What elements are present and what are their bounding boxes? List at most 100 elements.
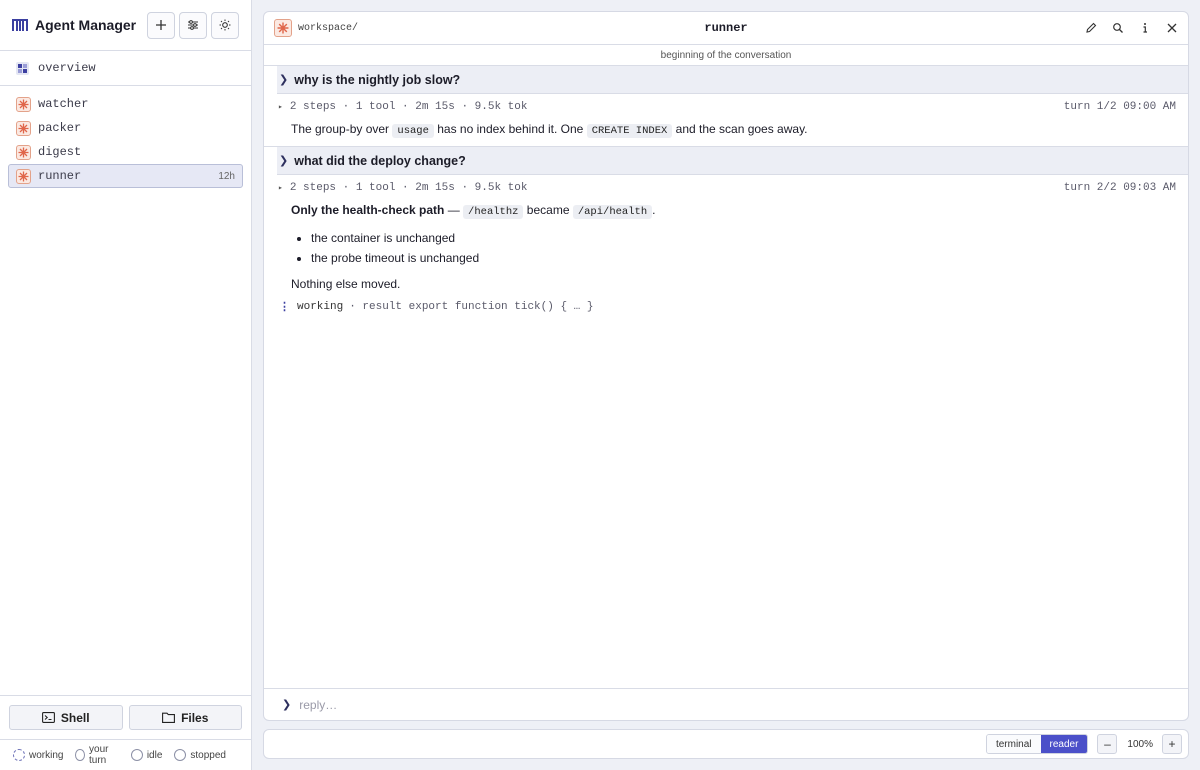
sidebar-item-runner[interactable]: runner 12h [8,164,243,188]
question-header[interactable]: ❯ what did the deploy change? [277,147,1188,175]
agent-burst-icon [16,96,31,112]
working-status-row: ⋮ working · result export function tick(… [264,296,1188,318]
page-title: runner [704,21,748,35]
app-logo-icon [12,17,28,33]
header-actions [1084,22,1178,35]
sidebar-item-overview[interactable]: overview [0,51,251,86]
legend-working: working [13,749,63,761]
folder-icon [162,712,176,723]
inline-code: /healthz [463,205,524,219]
inline-code: usage [392,124,434,138]
view-mode-toggle: terminal reader [985,734,1089,754]
app-title: Agent Manager [35,17,137,33]
agent-burst-icon [16,120,31,136]
sidebar-item-label: packer [38,121,82,135]
expand-triangle-icon: ▸ [278,184,283,193]
legend-label: your turn [89,744,109,766]
answer-text: and the scan goes away. [672,122,808,136]
turn-meta-row[interactable]: ▸ 2 steps · 1 tool · 2m 15s · 9.5k tok t… [264,177,1188,199]
reply-bar: ❯ [264,688,1188,720]
list-item: the container is unchanged [311,228,1188,248]
edit-button[interactable] [1084,22,1097,35]
search-button[interactable] [1111,22,1124,35]
turn-stats: 2 steps · 1 tool · 2m 15s · 9.5k tok [289,101,528,113]
answer-text: The group-by over [291,122,393,136]
view-toolbar: terminal reader – 100% + [263,729,1189,759]
list-item: the probe timeout is unchanged [311,248,1188,268]
sidebar-item-packer[interactable]: packer [8,116,243,140]
legend-label: working [29,749,64,761]
legend-label: idle [146,749,163,761]
sidebar-item-meta: 12h [218,170,235,182]
turn-label: turn 1/2 09:00 AM [1063,101,1176,113]
working-detail: · result export function tick() { … } [349,301,594,313]
inline-code: CREATE INDEX [586,124,673,138]
sidebar-item-label: watcher [38,97,89,111]
terminal-view-button[interactable]: terminal [986,735,1041,753]
files-button-label: Files [181,710,209,725]
turn-meta-row[interactable]: ▸ 2 steps · 1 tool · 2m 15s · 9.5k tok t… [264,96,1188,118]
theme-toggle-button[interactable] [211,11,239,39]
sidebar-item-label: digest [38,145,82,159]
plus-icon [156,20,166,30]
conversation-header: workspace/ runner [264,12,1188,45]
new-agent-button[interactable] [147,11,175,39]
answer-block: Only the health-check path — /healthz be… [264,199,1188,294]
prompt-chevron-icon: ❯ [282,699,292,711]
working-label: working [297,301,344,313]
answer-closing: Nothing else moved. [291,277,401,291]
working-status-icon [13,749,25,761]
files-button[interactable]: Files [128,705,242,730]
expand-triangle-icon: ▸ [278,103,283,112]
zoom-in-button[interactable]: + [1162,734,1182,754]
question-text: what did the deploy change? [294,153,466,168]
turn-label: turn 2/2 09:03 AM [1063,182,1176,194]
reply-input[interactable] [299,697,900,712]
breadcrumb[interactable]: workspace/ [298,23,358,34]
answer-paragraph: Only the health-check path — /healthz be… [291,200,1188,222]
zoom-out-button[interactable]: – [1097,734,1118,754]
answer-text: . [652,203,656,217]
sidebar-item-digest[interactable]: digest [8,140,243,164]
legend-stopped: stopped [174,749,226,761]
pencil-icon [1085,22,1096,33]
overview-icon [16,61,29,75]
question-text: why is the nightly job slow? [294,72,461,87]
working-spinner-icon: ⋮ [279,302,290,314]
question-header[interactable]: ❯ why is the nightly job slow? [277,66,1188,94]
conversation-start-label: beginning of the conversation [264,45,1188,66]
reader-view-button[interactable]: reader [1040,735,1088,753]
terminal-icon [41,712,55,723]
turn-stats: 2 steps · 1 tool · 2m 15s · 9.5k tok [289,182,528,194]
your-turn-status-icon [75,749,86,761]
agent-burst-icon [16,168,31,184]
close-icon [1167,23,1176,33]
legend-your-turn: your turn [75,744,118,766]
inline-code: /api/health [572,205,653,219]
zoom-level: 100% [1127,738,1153,750]
info-button[interactable] [1138,22,1151,35]
agent-burst-icon [16,144,31,160]
legend-label: stopped [190,749,226,761]
sidebar-bottom: Shell Files [0,695,251,730]
legend-idle: idle [130,749,163,761]
sidebar-header: Agent Manager [0,0,251,51]
chevron-right-icon: ❯ [279,155,289,167]
sun-icon [219,19,231,31]
shell-button-label: Shell [60,710,90,725]
answer-bold-text: Only the health-check path [291,203,445,217]
conversation-panel: workspace/ runner beginning of the conve… [263,11,1189,721]
settings-button[interactable] [179,11,207,39]
sidebar-item-watcher[interactable]: watcher [8,92,243,116]
overview-label: overview [38,61,96,75]
sidebar: Agent Manager overview watcher packer di… [0,0,252,770]
chevron-right-icon: ❯ [279,74,289,86]
answer-text: has no index behind it. One [433,122,587,136]
close-button[interactable] [1165,22,1178,35]
shell-button[interactable]: Shell [9,705,123,730]
sidebar-actions: Shell Files [9,705,242,730]
sidebar-item-label: runner [38,169,82,183]
idle-status-icon [130,749,143,761]
search-icon [1112,23,1123,33]
sliders-icon [188,20,198,30]
